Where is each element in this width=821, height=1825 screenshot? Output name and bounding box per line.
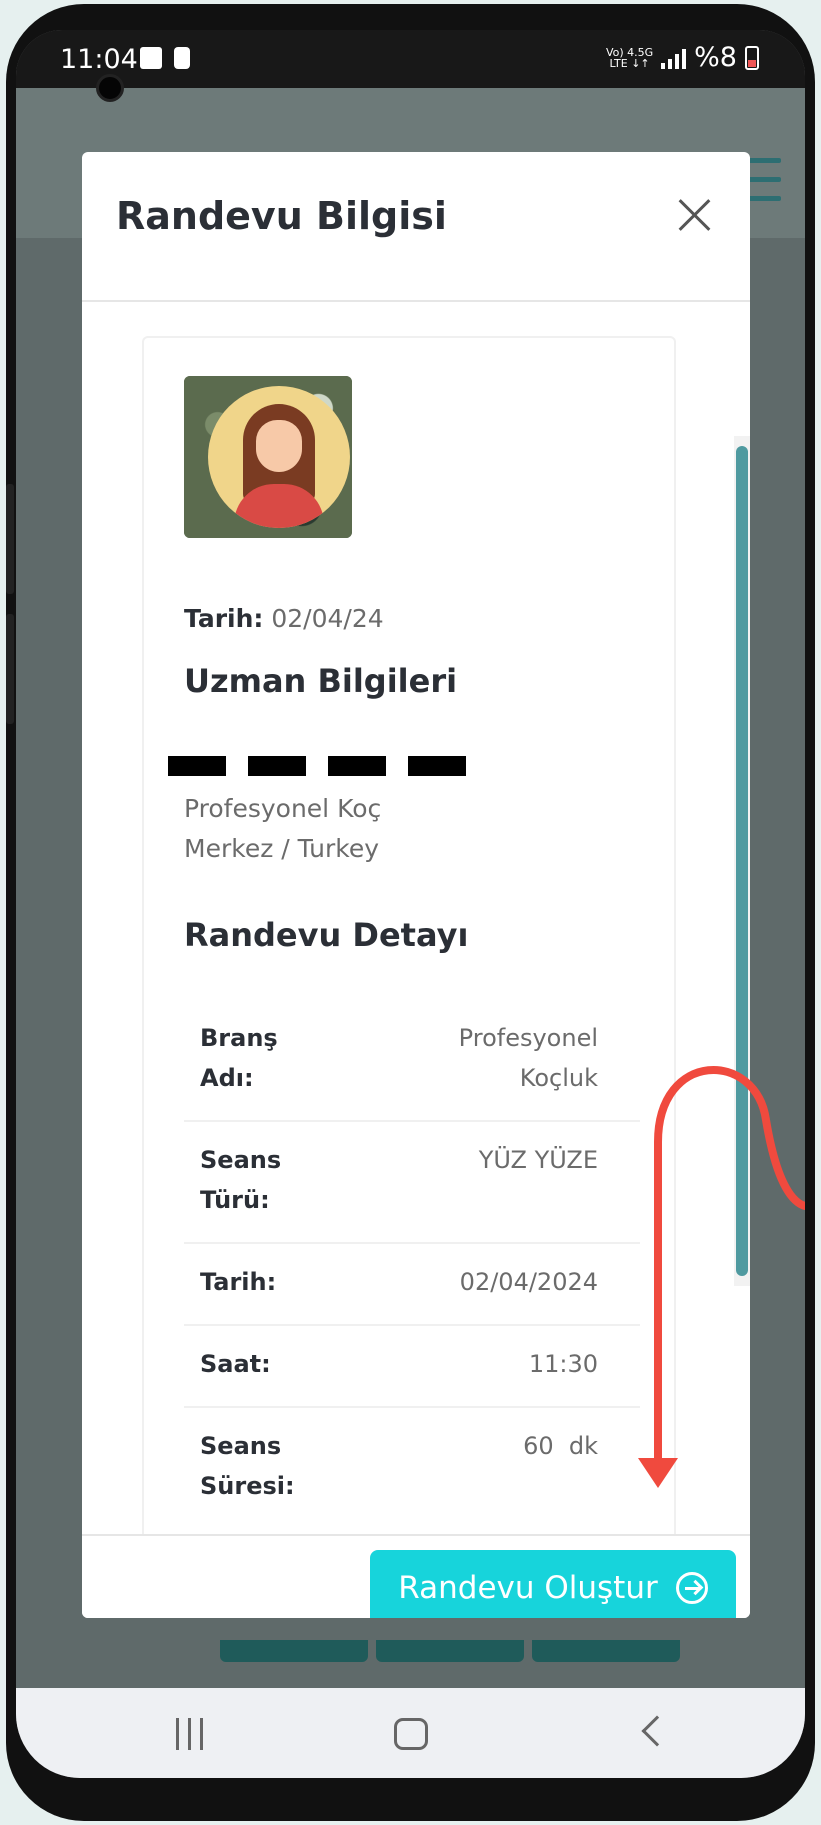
back-icon[interactable] bbox=[641, 1715, 673, 1747]
annotation-arrow-line bbox=[654, 1065, 805, 1480]
power-button bbox=[6, 614, 14, 724]
annotation-arrow bbox=[638, 1065, 805, 1488]
recent-apps-icon[interactable] bbox=[176, 1718, 203, 1750]
annotation-arrow-head bbox=[638, 1458, 678, 1488]
volume-button bbox=[6, 484, 14, 594]
screen: meoverse 11:04 Vo) 4.5G LTE ↓↑ %8 Randev… bbox=[16, 30, 805, 1778]
home-icon[interactable] bbox=[394, 1718, 428, 1750]
system-nav-bar bbox=[16, 1688, 805, 1778]
